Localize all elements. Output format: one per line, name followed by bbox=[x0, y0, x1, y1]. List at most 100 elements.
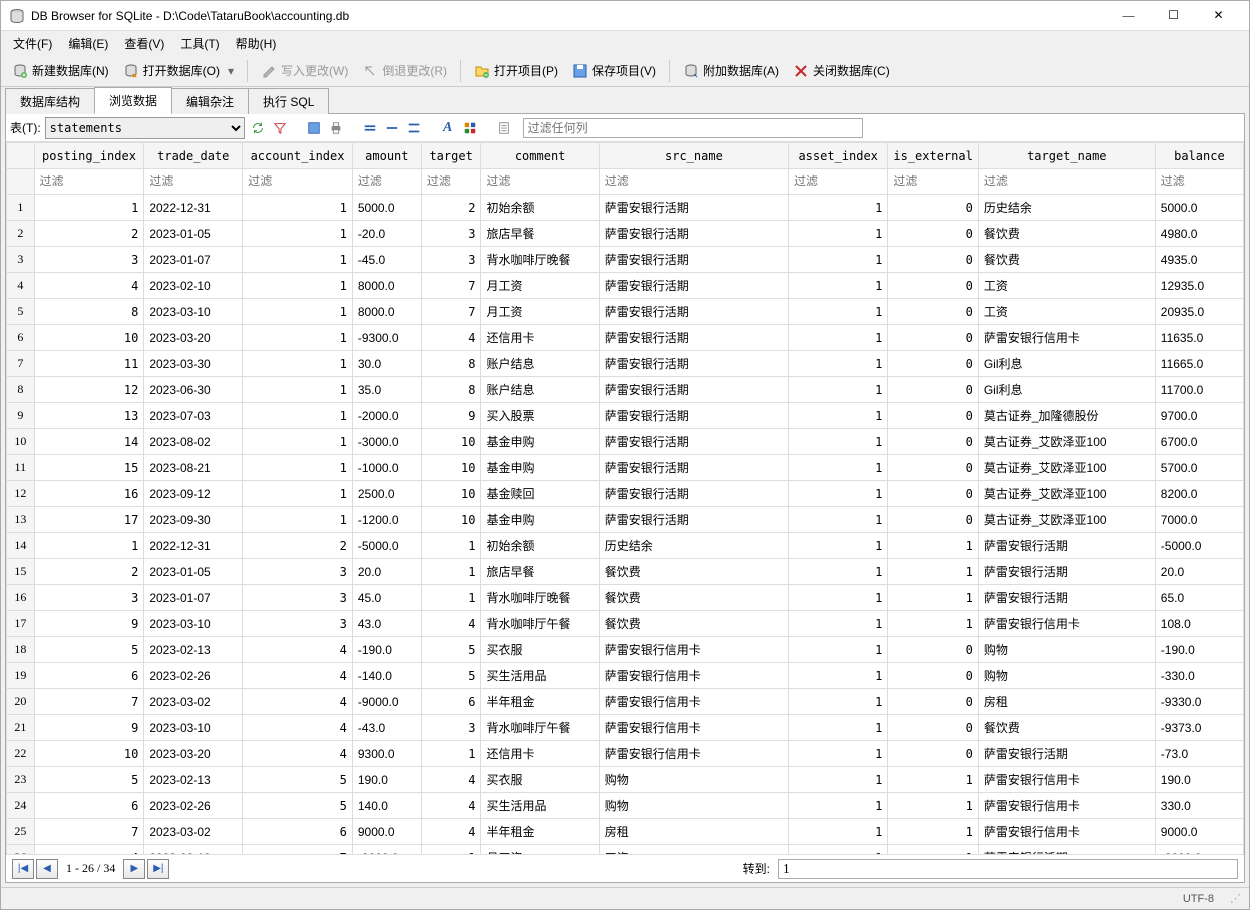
insert-record-icon[interactable] bbox=[405, 119, 423, 137]
cell[interactable]: 2023-02-13 bbox=[144, 637, 243, 663]
cell[interactable]: 3 bbox=[421, 221, 481, 247]
row-header[interactable]: 22 bbox=[7, 741, 35, 767]
col-header-trade_date[interactable]: trade_date bbox=[144, 143, 243, 169]
table-row[interactable]: 1962023-02-264-140.05买生活用品萨雷安银行信用卡10购物-3… bbox=[7, 663, 1244, 689]
cell[interactable]: 半年租金 bbox=[481, 689, 599, 715]
row-header[interactable]: 15 bbox=[7, 559, 35, 585]
cell[interactable]: 0 bbox=[888, 455, 978, 481]
cell[interactable]: 1 bbox=[789, 637, 888, 663]
cell[interactable]: 3 bbox=[243, 611, 353, 637]
cell[interactable]: 2023-02-10 bbox=[144, 273, 243, 299]
cell[interactable]: -43.0 bbox=[352, 715, 421, 741]
refresh-icon[interactable] bbox=[249, 119, 267, 137]
row-header[interactable]: 23 bbox=[7, 767, 35, 793]
cell[interactable]: 餐饮费 bbox=[599, 559, 788, 585]
new-database-button[interactable]: 新建数据库(N) bbox=[6, 59, 115, 82]
cell[interactable]: 初始余额 bbox=[481, 195, 599, 221]
cell[interactable]: -3000.0 bbox=[352, 429, 421, 455]
cell[interactable]: 0 bbox=[888, 247, 978, 273]
cell[interactable]: 0 bbox=[888, 273, 978, 299]
format-icon[interactable] bbox=[461, 119, 479, 137]
filter-amount[interactable] bbox=[354, 172, 420, 191]
cell[interactable]: 餐饮费 bbox=[978, 247, 1155, 273]
cell[interactable]: 萨雷安银行活期 bbox=[599, 481, 788, 507]
cell[interactable]: 餐饮费 bbox=[978, 715, 1155, 741]
cell[interactable]: 1 bbox=[888, 767, 978, 793]
cell[interactable]: 5700.0 bbox=[1155, 455, 1243, 481]
table-row[interactable]: 6102023-03-201-9300.04还信用卡萨雷安银行活期10萨雷安银行… bbox=[7, 325, 1244, 351]
cell[interactable]: 1 bbox=[243, 403, 353, 429]
cell[interactable]: 历史结余 bbox=[978, 195, 1155, 221]
cell[interactable]: 8 bbox=[34, 299, 144, 325]
cell[interactable]: 0 bbox=[888, 351, 978, 377]
cell[interactable]: 萨雷安银行活期 bbox=[599, 299, 788, 325]
cell[interactable]: 1 bbox=[243, 247, 353, 273]
cell[interactable]: 还信用卡 bbox=[481, 325, 599, 351]
cell[interactable]: 4 bbox=[243, 715, 353, 741]
table-row[interactable]: 1632023-01-07345.01背水咖啡厅晚餐餐饮费11萨雷安银行活期65… bbox=[7, 585, 1244, 611]
cell[interactable]: -8000.0 bbox=[352, 845, 421, 855]
cell[interactable]: 1 bbox=[243, 507, 353, 533]
cell[interactable]: 0 bbox=[888, 429, 978, 455]
cell[interactable]: 1 bbox=[243, 481, 353, 507]
cell[interactable]: 3 bbox=[421, 247, 481, 273]
row-header[interactable]: 16 bbox=[7, 585, 35, 611]
goto-input[interactable] bbox=[778, 859, 1238, 879]
cell[interactable]: 萨雷安银行活期 bbox=[599, 221, 788, 247]
cell[interactable]: 0 bbox=[888, 715, 978, 741]
cell[interactable]: 0 bbox=[888, 325, 978, 351]
cell[interactable]: 11700.0 bbox=[1155, 377, 1243, 403]
cell[interactable]: Gil利息 bbox=[978, 351, 1155, 377]
cell[interactable]: 萨雷安银行信用卡 bbox=[599, 715, 788, 741]
cell[interactable]: 1 bbox=[34, 195, 144, 221]
cell[interactable]: 3 bbox=[34, 247, 144, 273]
row-header[interactable]: 11 bbox=[7, 455, 35, 481]
cell[interactable]: 旅店早餐 bbox=[481, 559, 599, 585]
cell[interactable]: 7 bbox=[34, 819, 144, 845]
cell[interactable]: 1 bbox=[421, 845, 481, 855]
filter-src_name[interactable] bbox=[601, 172, 787, 191]
cell[interactable]: 萨雷安银行活期 bbox=[599, 455, 788, 481]
cell[interactable]: 4935.0 bbox=[1155, 247, 1243, 273]
cell[interactable]: 账户结息 bbox=[481, 377, 599, 403]
cell[interactable]: 20.0 bbox=[1155, 559, 1243, 585]
menu-2[interactable]: 查看(V) bbox=[116, 32, 172, 55]
cell[interactable]: 背水咖啡厅午餐 bbox=[481, 611, 599, 637]
cell[interactable]: 1 bbox=[789, 585, 888, 611]
cell[interactable]: 基金赎回 bbox=[481, 481, 599, 507]
cell[interactable]: 萨雷安银行信用卡 bbox=[978, 793, 1155, 819]
cell[interactable]: 6 bbox=[34, 663, 144, 689]
cell[interactable]: 43.0 bbox=[352, 611, 421, 637]
row-header[interactable]: 12 bbox=[7, 481, 35, 507]
cell[interactable]: -1000.0 bbox=[352, 455, 421, 481]
row-header[interactable]: 6 bbox=[7, 325, 35, 351]
cell[interactable]: 0 bbox=[888, 507, 978, 533]
cell[interactable]: 108.0 bbox=[1155, 611, 1243, 637]
cell[interactable]: -140.0 bbox=[352, 663, 421, 689]
cell[interactable]: 1 bbox=[243, 325, 353, 351]
row-header[interactable]: 7 bbox=[7, 351, 35, 377]
cell[interactable]: 萨雷安银行活期 bbox=[599, 325, 788, 351]
table-row[interactable]: 442023-02-1018000.07月工资萨雷安银行活期10工资12935.… bbox=[7, 273, 1244, 299]
cell[interactable]: 16 bbox=[34, 481, 144, 507]
cell[interactable]: -8000.0 bbox=[1155, 845, 1243, 855]
table-row[interactable]: 1412022-12-312-5000.01初始余额历史结余11萨雷安银行活期-… bbox=[7, 533, 1244, 559]
cell[interactable]: 8200.0 bbox=[1155, 481, 1243, 507]
cell[interactable]: -45.0 bbox=[352, 247, 421, 273]
table-row[interactable]: 222023-01-051-20.03旅店早餐萨雷安银行活期10餐饮费4980.… bbox=[7, 221, 1244, 247]
cell[interactable]: 购物 bbox=[978, 637, 1155, 663]
cell[interactable]: 萨雷安银行信用卡 bbox=[599, 637, 788, 663]
cell[interactable]: 餐饮费 bbox=[978, 221, 1155, 247]
cell[interactable]: 0 bbox=[888, 663, 978, 689]
cell[interactable]: 3 bbox=[421, 715, 481, 741]
cell[interactable]: 工资 bbox=[978, 299, 1155, 325]
filter-comment[interactable] bbox=[482, 172, 597, 191]
cell[interactable]: 0 bbox=[888, 299, 978, 325]
cell[interactable]: 2 bbox=[421, 195, 481, 221]
cell[interactable]: 1 bbox=[243, 221, 353, 247]
cell[interactable]: 1 bbox=[421, 741, 481, 767]
row-header[interactable]: 1 bbox=[7, 195, 35, 221]
cell[interactable]: 12 bbox=[34, 377, 144, 403]
cell[interactable]: 2023-09-30 bbox=[144, 507, 243, 533]
cell[interactable]: 0 bbox=[888, 195, 978, 221]
